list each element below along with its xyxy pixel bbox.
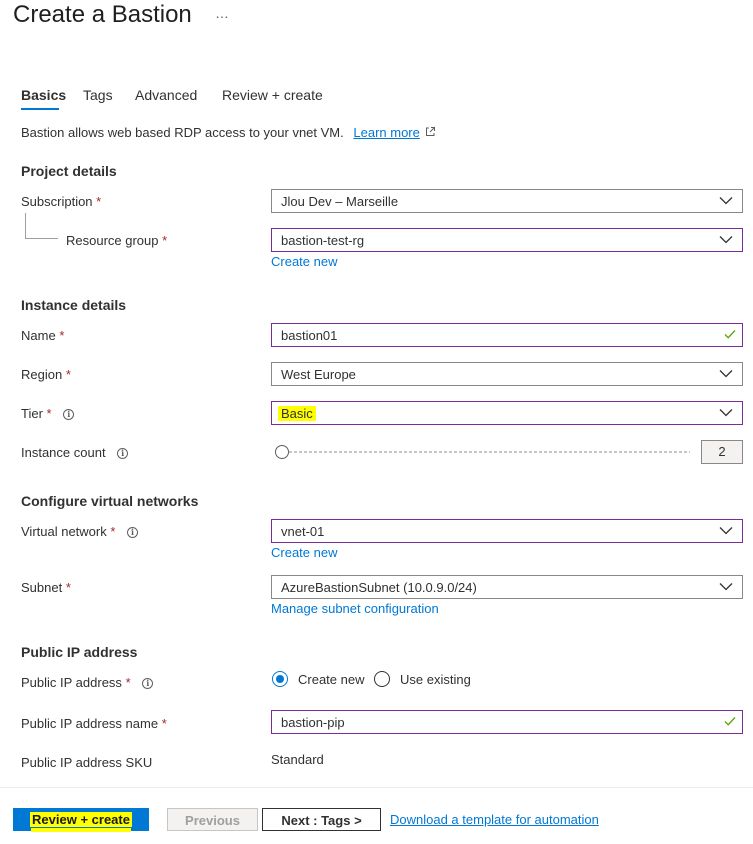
subnet-value: AzureBastionSubnet (10.0.9.0/24) <box>281 580 477 595</box>
radio-create-new[interactable] <box>272 671 288 687</box>
radio-create-new-label[interactable]: Create new <box>298 672 364 687</box>
public-ip-name-value: bastion-pip <box>281 715 345 730</box>
learn-more-link[interactable]: Learn more <box>353 125 419 140</box>
previous-button[interactable]: Previous <box>167 808 258 831</box>
highlight-mark <box>31 828 131 832</box>
public-ip-sku-value: Standard <box>271 752 324 767</box>
intro-text: Bastion allows web based RDP access to y… <box>21 125 344 140</box>
radio-use-existing[interactable] <box>374 671 390 687</box>
chevron-down-icon <box>719 527 733 535</box>
tier-label: Tier * i <box>21 406 75 421</box>
download-template-link[interactable]: Download a template for automation <box>390 812 599 827</box>
tier-label-text: Tier <box>21 406 43 421</box>
radio-use-existing-label[interactable]: Use existing <box>400 672 471 687</box>
tab-tags[interactable]: Tags <box>83 87 113 103</box>
required-marker: * <box>65 367 71 382</box>
chevron-down-icon <box>719 583 733 591</box>
chevron-down-icon <box>719 197 733 205</box>
active-tab-indicator <box>21 108 59 110</box>
required-marker: * <box>96 194 102 209</box>
public-ip-heading: Public IP address <box>21 644 138 660</box>
public-ip-address-label: Public IP address * i <box>21 675 154 690</box>
chevron-down-icon <box>719 409 733 417</box>
footer-divider <box>0 787 753 788</box>
name-label-text: Name <box>21 328 56 343</box>
resource-group-value: bastion-test-rg <box>281 233 365 248</box>
name-value: bastion01 <box>281 328 338 343</box>
info-icon[interactable]: i <box>127 527 139 538</box>
instance-details-heading: Instance details <box>21 297 127 313</box>
checkmark-icon <box>724 717 736 726</box>
public-ip-name-label-text: Public IP address name <box>21 716 159 731</box>
required-marker: * <box>59 328 65 343</box>
region-label-text: Region <box>21 367 63 382</box>
virtual-networks-heading: Configure virtual networks <box>21 493 199 509</box>
subnet-label: Subnet * <box>21 580 71 595</box>
region-value: West Europe <box>281 367 356 382</box>
tree-connector-horizontal <box>25 238 58 239</box>
next-tags-button[interactable]: Next : Tags > <box>262 808 381 831</box>
tab-review-create[interactable]: Review + create <box>222 87 323 103</box>
manage-subnet-link[interactable]: Manage subnet configuration <box>271 601 439 616</box>
virtual-network-select[interactable]: vnet-01 <box>271 519 743 543</box>
region-label: Region * <box>21 367 71 382</box>
required-marker: * <box>125 675 131 690</box>
instance-count-slider-thumb[interactable] <box>275 445 289 459</box>
required-marker: * <box>161 716 167 731</box>
public-ip-name-input[interactable]: bastion-pip <box>271 710 743 734</box>
subscription-label: Subscription * <box>21 194 101 209</box>
public-ip-name-label: Public IP address name * <box>21 716 167 731</box>
info-icon[interactable]: i <box>63 409 75 420</box>
more-icon[interactable]: … <box>215 5 230 21</box>
chevron-down-icon <box>719 370 733 378</box>
public-ip-address-label-text: Public IP address <box>21 675 122 690</box>
subnet-select[interactable]: AzureBastionSubnet (10.0.9.0/24) <box>271 575 743 599</box>
virtual-network-value: vnet-01 <box>281 524 325 539</box>
tab-advanced[interactable]: Advanced <box>135 87 197 103</box>
tier-select[interactable]: Basic <box>271 401 743 425</box>
tier-value: Basic <box>278 406 316 421</box>
public-ip-sku-label: Public IP address SKU <box>21 755 153 770</box>
tab-basics[interactable]: Basics <box>21 87 66 103</box>
subscription-label-text: Subscription <box>21 194 93 209</box>
instance-count-slider-track[interactable] <box>289 451 690 453</box>
required-marker: * <box>46 406 52 421</box>
create-new-resource-group-link[interactable]: Create new <box>271 254 337 269</box>
virtual-network-label: Virtual network * i <box>21 524 139 539</box>
info-icon[interactable]: i <box>142 678 154 689</box>
subnet-label-text: Subnet <box>21 580 63 595</box>
subscription-select[interactable]: Jlou Dev – Marseille <box>271 189 743 213</box>
instance-count-label: Instance count i <box>21 445 129 460</box>
resource-group-select[interactable]: bastion-test-rg <box>271 228 743 252</box>
subscription-value: Jlou Dev – Marseille <box>281 194 399 209</box>
external-link-icon <box>426 127 436 136</box>
required-marker: * <box>110 524 116 539</box>
name-label: Name * <box>21 328 64 343</box>
project-details-heading: Project details <box>21 163 117 179</box>
tree-connector-vertical <box>25 213 26 238</box>
virtual-network-label-text: Virtual network <box>21 524 107 539</box>
create-new-vnet-link[interactable]: Create new <box>271 545 337 560</box>
resource-group-label-text: Resource group <box>66 233 159 248</box>
required-marker: * <box>65 580 71 595</box>
name-input[interactable]: bastion01 <box>271 323 743 347</box>
info-icon[interactable]: i <box>117 448 129 459</box>
instance-count-label-text: Instance count <box>21 445 106 460</box>
resource-group-label: Resource group * <box>66 233 167 248</box>
instance-count-input[interactable]: 2 <box>701 440 743 464</box>
region-select[interactable]: West Europe <box>271 362 743 386</box>
page-title: Create a Bastion <box>13 1 192 28</box>
intro-description: Bastion allows web based RDP access to y… <box>21 125 436 140</box>
chevron-down-icon <box>719 236 733 244</box>
required-marker: * <box>162 233 168 248</box>
review-create-label: Review + create <box>30 812 132 827</box>
checkmark-icon <box>724 330 736 339</box>
